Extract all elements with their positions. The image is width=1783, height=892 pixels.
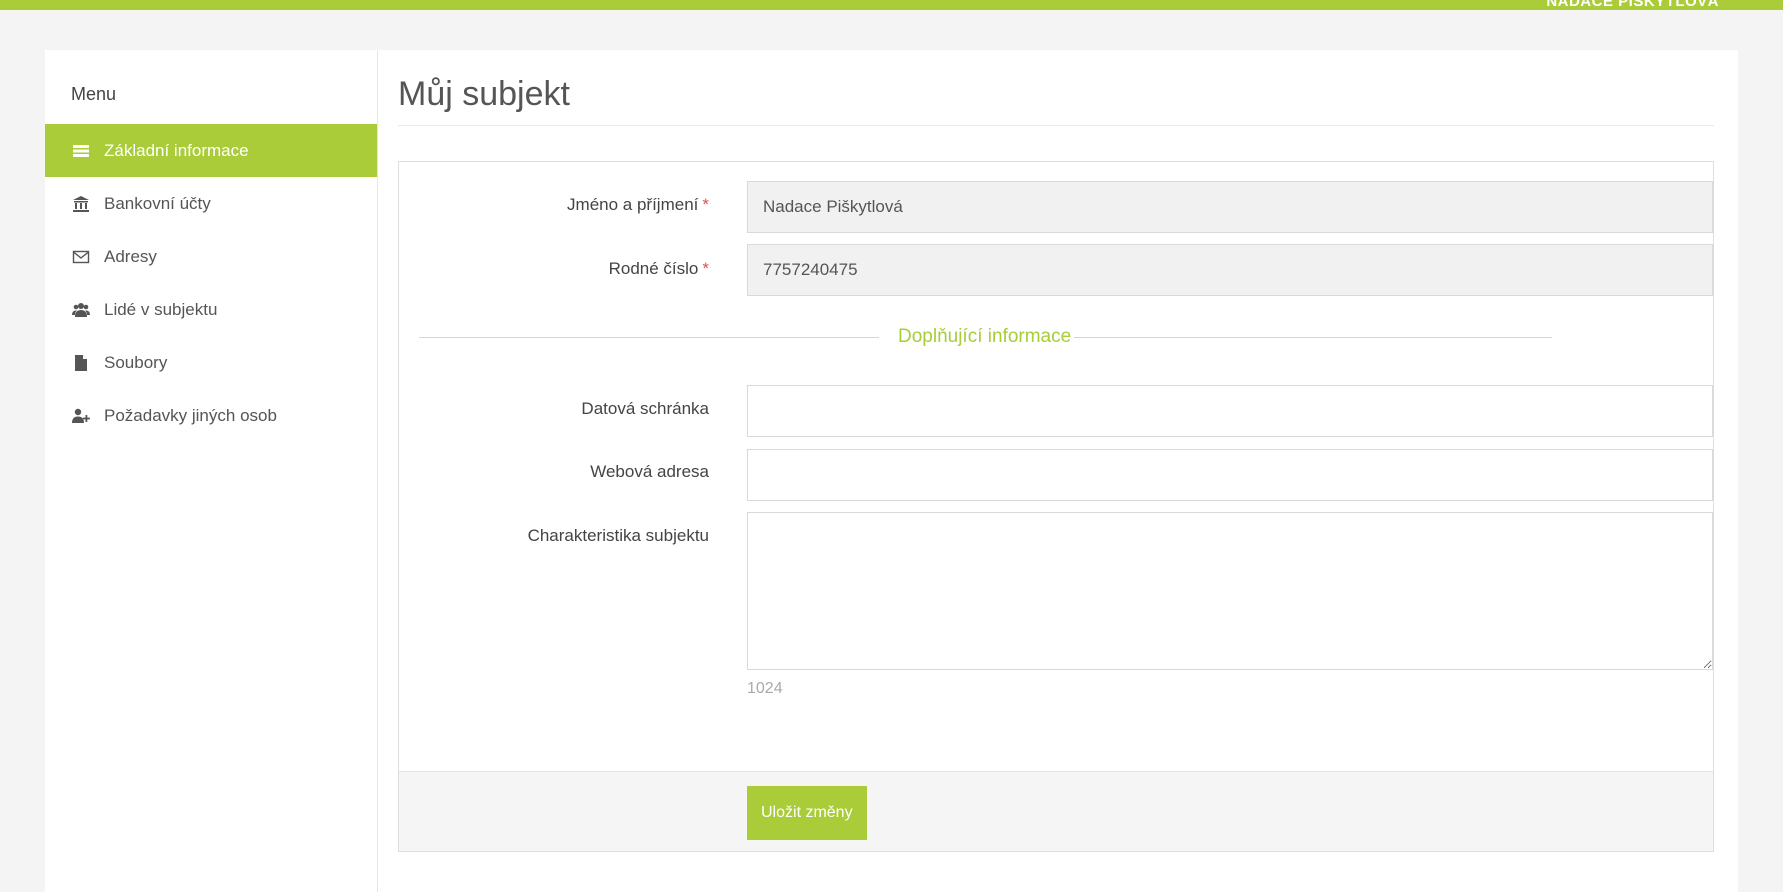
envelope-icon [71, 247, 91, 267]
required-marker: * [702, 195, 709, 214]
file-icon [71, 353, 91, 373]
sidebar-item-basic-info[interactable]: Základní informace [45, 124, 377, 177]
data-box-input[interactable] [747, 385, 1713, 437]
required-marker: * [702, 259, 709, 278]
users-icon [71, 300, 91, 320]
bank-icon [71, 194, 91, 214]
characteristics-textarea[interactable] [747, 512, 1713, 670]
name-field-value: Nadace Piškytlová [763, 197, 903, 216]
data-box-label: Datová schránka [581, 399, 709, 418]
title-divider [398, 125, 1714, 126]
birth-number-label: Rodné číslo * [409, 259, 709, 279]
section-divider-left [419, 337, 879, 338]
user-plus-icon [71, 406, 91, 426]
name-field[interactable]: Nadace Piškytlová [747, 181, 1713, 233]
content-card: Menu Základní informace Bankovní účty Ad… [45, 50, 1738, 892]
top-bar: NADACE PIŠKYTLOVÁ [0, 0, 1783, 10]
sidebar-item-label: Lidé v subjektu [104, 299, 218, 319]
name-label: Jméno a příjmení * [409, 195, 709, 215]
subject-form: Jméno a příjmení * Nadace Piškytlová Rodn… [398, 161, 1714, 852]
website-label: Webová adresa [590, 462, 709, 481]
sidebar-item-label: Základní informace [104, 140, 249, 160]
current-subject-name[interactable]: NADACE PIŠKYTLOVÁ [1546, 0, 1719, 10]
sidebar-item-label: Bankovní účty [104, 193, 211, 213]
form-footer: Uložit změny [399, 771, 1713, 851]
characteristics-label: Charakteristika subjektu [527, 526, 709, 545]
save-button[interactable]: Uložit změny [747, 786, 867, 840]
menu-title: Menu [71, 84, 117, 104]
sidebar-item-label: Soubory [104, 352, 168, 372]
page-title: Můj subjekt [398, 75, 570, 113]
website-input[interactable] [747, 449, 1713, 501]
section-title: Doplňující informace [898, 326, 1072, 347]
name-label-text: Jméno a příjmení [567, 195, 699, 214]
sidebar-menu: Základní informace Bankovní účty Adresy … [45, 124, 377, 442]
sidebar-item-files[interactable]: Soubory [45, 336, 377, 389]
birth-number-field[interactable]: 7757240475 [747, 244, 1713, 296]
sidebar-item-bank-accounts[interactable]: Bankovní účty [45, 177, 377, 230]
birth-number-field-value: 7757240475 [763, 260, 858, 279]
sidebar: Menu Základní informace Bankovní účty Ad… [45, 50, 378, 892]
sidebar-item-addresses[interactable]: Adresy [45, 230, 377, 283]
birth-number-label-text: Rodné číslo [608, 259, 699, 278]
sidebar-item-people[interactable]: Lidé v subjektu [45, 283, 377, 336]
sidebar-item-label: Adresy [104, 246, 157, 266]
section-divider-right [1074, 337, 1552, 338]
list-icon [71, 141, 91, 161]
character-counter: 1024 [747, 680, 783, 697]
sidebar-item-requests[interactable]: Požadavky jiných osob [45, 389, 377, 442]
sidebar-item-label: Požadavky jiných osob [104, 405, 277, 425]
